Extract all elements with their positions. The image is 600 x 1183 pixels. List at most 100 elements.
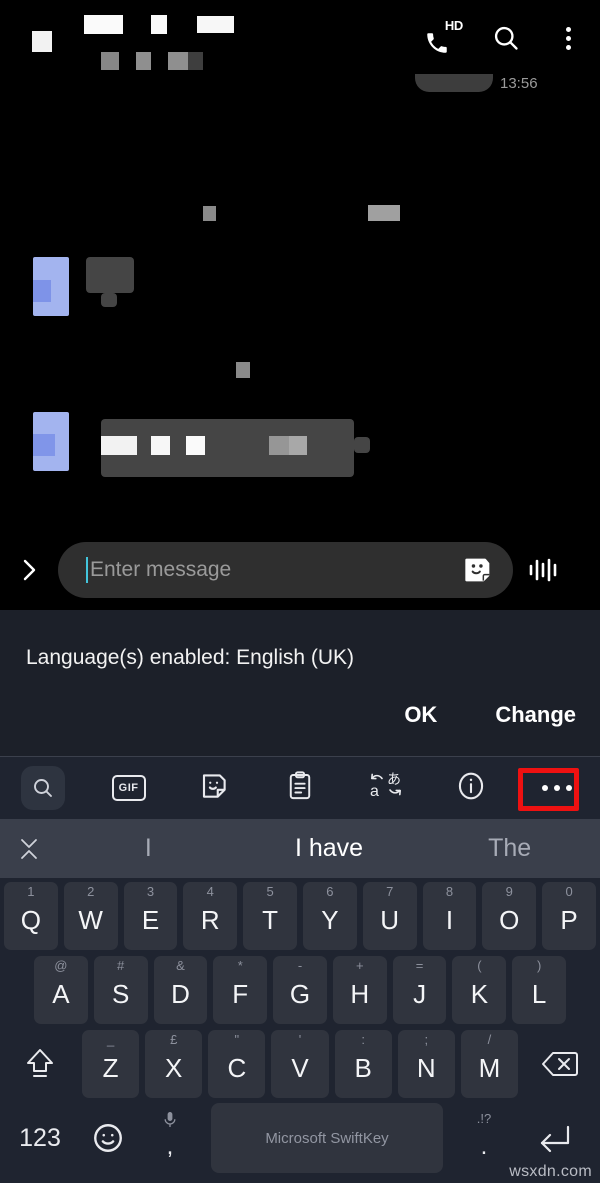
key-o[interactable]: 9O [482,882,537,950]
toolbar-info-button[interactable] [429,757,515,819]
toolbar-sticker-button[interactable] [171,757,257,819]
key-sup: + [356,958,364,973]
key-sup: 5 [266,884,274,899]
key-sup: 1 [27,884,35,899]
backspace-icon[interactable] [521,1030,599,1098]
comma-key[interactable]: , [139,1103,201,1173]
prediction-item-2[interactable]: I have [239,819,420,878]
key-r[interactable]: 4R [183,882,238,950]
search-icon[interactable] [488,20,524,56]
hd-call-icon[interactable]: HD [424,18,463,56]
key-sup: : [361,1032,365,1047]
avatar-shadow [33,280,51,302]
key-l[interactable]: ) L [512,956,567,1024]
toolbar-more-button[interactable] [514,757,600,819]
key-n[interactable]: ; N [397,1030,455,1098]
voice-waveform-icon[interactable] [513,530,575,610]
message-placeholder: Enter message [90,558,232,581]
key-v[interactable]: ' V [271,1030,329,1098]
key-sup: 7 [386,884,394,899]
key-t[interactable]: 5T [243,882,297,950]
message-input[interactable]: Enter message [58,542,513,598]
toolbar-gif-button[interactable]: GIF [86,757,172,819]
period-key[interactable]: .!? . [453,1103,515,1173]
key-b[interactable]: :B [334,1030,392,1098]
key-y[interactable]: 6Y [302,882,357,950]
key-sup: ) [536,958,542,973]
key-e[interactable]: 3E [123,882,178,950]
key-j[interactable]: = J [392,956,447,1024]
key-sup: * [237,958,243,973]
key-label: D [171,979,190,1009]
censored-text-block [269,436,289,455]
keyboard-toolbar: GIF a あ [0,757,600,819]
keyboard-row-1: 1Q 2W 3E 4R 5T 6Y 7U 8I 9O 0P [0,878,600,952]
key-label: Z [102,1053,119,1083]
censored-text-block [203,206,216,221]
message-bubble-tail [354,437,370,453]
key-d[interactable]: & D [153,956,208,1024]
key-c[interactable]: " C [208,1030,266,1098]
emoji-icon[interactable] [77,1103,139,1173]
numeric-mode-key[interactable]: 123 [9,1103,71,1173]
toolbar-clipboard-button[interactable] [257,757,343,819]
app-bar-actions: HD [424,18,586,56]
prediction-bar: I I have The [0,819,600,878]
key-m[interactable]: / M [460,1030,518,1098]
partial-message-timestamp: 13:56 [500,75,538,92]
key-u[interactable]: 7U [362,882,417,950]
svg-text:a: a [370,783,379,800]
key-z[interactable]: _ Z [82,1030,140,1098]
chat-message-list[interactable]: 13:56 [0,72,600,530]
censored-text-block [368,205,400,221]
keyboard-row-2: @ A # S & D * F -G + H = J (K ) L [0,952,600,1026]
censored-subtitle-block-2 [136,52,151,70]
key-sup: - [297,958,303,973]
keyboard: 1Q 2W 3E 4R 5T 6Y 7U 8I 9O 0P @ A # S & D *… [0,878,600,1183]
key-q[interactable]: 1Q [4,882,58,950]
key-a[interactable]: @ A [34,956,88,1024]
key-label: X [165,1053,183,1083]
language-notice-text: Language(s) enabled: English (UK) [26,646,355,669]
keyboard-row-3: _ Z £ X " C ' V :B ; N / M [0,1026,600,1100]
shift-icon[interactable] [1,1030,79,1098]
compose-bar: Enter message [0,530,600,610]
censored-back-block [32,31,52,52]
change-button[interactable]: Change [495,702,576,728]
spacebar-label: Microsoft SwiftKey [265,1129,389,1147]
sticker-icon[interactable] [461,553,495,587]
overflow-menu-icon[interactable] [550,20,586,56]
toolbar-translate-button[interactable]: a あ [343,757,429,819]
key-w[interactable]: 2W [63,882,118,950]
key-i[interactable]: 8I [422,882,477,950]
chevron-right-icon[interactable] [0,530,58,610]
key-k[interactable]: (K [452,956,507,1024]
phone-screen: HD 13:56 Enter message Language(s) enabl… [0,0,600,1183]
key-label: . [480,1133,488,1160]
ok-button[interactable]: OK [404,702,437,728]
key-f[interactable]: * F [213,956,268,1024]
spacebar[interactable]: Microsoft SwiftKey [211,1103,443,1173]
message-bubble[interactable] [101,419,354,477]
app-bar: HD [0,0,600,72]
key-sup: @ [54,958,68,973]
key-label: C [227,1053,247,1083]
message-bubble[interactable] [86,257,134,293]
toolbar-search-button[interactable] [0,757,86,819]
key-p[interactable]: 0P [542,882,596,950]
language-notice-panel: Language(s) enabled: English (UK) OK Cha… [0,610,600,757]
prediction-item-3[interactable]: The [419,819,600,878]
key-label: W [78,905,103,935]
key-g[interactable]: -G [273,956,327,1024]
key-x[interactable]: £ X [145,1030,203,1098]
key-sup: 9 [505,884,513,899]
language-notice-actions: OK Change [404,702,576,728]
key-s[interactable]: # S [93,956,148,1024]
prediction-item-1[interactable]: I [58,819,239,878]
hd-badge-label: HD [444,18,463,33]
key-h[interactable]: + H [332,956,387,1024]
key-label: Y [321,905,339,935]
key-sup: / [487,1032,492,1047]
collapse-icon[interactable] [0,819,58,878]
censored-text-block [151,436,170,455]
